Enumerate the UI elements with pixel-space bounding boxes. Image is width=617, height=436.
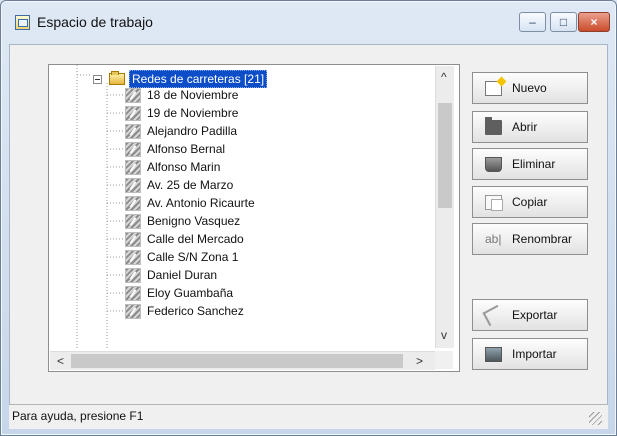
copy-icon	[485, 194, 503, 211]
workspace-window: Espacio de trabajo – □ × Redes de carret…	[0, 0, 617, 436]
new-document-icon	[485, 80, 502, 96]
copy-button-label: Copiar	[512, 195, 548, 209]
new-button[interactable]: Nuevo	[472, 72, 588, 104]
workspace-client-area: Redes de carreteras [21] 18 de Noviembre…	[9, 44, 608, 428]
window-title: Espacio de trabajo	[37, 14, 153, 30]
road-icon	[125, 213, 141, 229]
road-icon	[125, 87, 141, 103]
tree-item-label: Calle del Mercado	[147, 232, 244, 246]
delete-button[interactable]: Eliminar	[472, 148, 588, 180]
tree-item[interactable]: Benigno Vasquez	[125, 212, 240, 230]
resize-grip-icon[interactable]	[589, 412, 602, 425]
maximize-button[interactable]: □	[550, 12, 577, 32]
tree-item-label: Av. Antonio Ricaurte	[147, 196, 255, 210]
workspace-icon	[15, 15, 30, 30]
tree-item-label: Av. 25 de Marzo	[147, 178, 234, 192]
tree-item-label: 19 de Noviembre	[147, 106, 239, 120]
minimize-icon: –	[529, 15, 536, 29]
new-button-label: Nuevo	[512, 81, 547, 95]
tree-item-label: Federico Sanchez	[147, 304, 244, 318]
tree-item[interactable]: Calle del Mercado	[125, 230, 244, 248]
tree-vertical-scrollbar[interactable]: ^ v	[435, 66, 454, 348]
collapse-icon[interactable]	[93, 74, 102, 84]
road-icon	[125, 141, 141, 157]
close-icon: ×	[590, 15, 598, 29]
export-icon	[482, 304, 505, 326]
export-button-label: Exportar	[512, 308, 558, 322]
road-icon	[125, 249, 141, 265]
import-button[interactable]: Importar	[472, 338, 588, 370]
road-icon	[125, 231, 141, 247]
tree-item-label: Eloy Guambaña	[147, 286, 234, 300]
road-icon	[125, 123, 141, 139]
tree-item[interactable]: Federico Sanchez	[125, 302, 244, 320]
status-bar: Para ayuda, presione F1	[9, 404, 608, 429]
tree-horizontal-scrollbar[interactable]: < >	[50, 351, 435, 370]
title-bar[interactable]: Espacio de trabajo – □ ×	[1, 1, 616, 43]
tree-item-label: Alfonso Marin	[147, 160, 221, 174]
tree-item[interactable]: Av. Antonio Ricaurte	[125, 194, 255, 212]
open-button[interactable]: Abrir	[472, 111, 588, 143]
tree-item[interactable]: Alejandro Padilla	[125, 122, 237, 140]
copy-button[interactable]: Copiar	[472, 186, 588, 218]
tree-item[interactable]: Daniel Duran	[125, 266, 217, 284]
tree-item[interactable]: Eloy Guambaña	[125, 284, 233, 302]
status-text: Para ayuda, presione F1	[12, 409, 144, 423]
folder-open-icon	[109, 71, 125, 85]
scroll-up-icon[interactable]: ^	[441, 70, 447, 84]
open-button-label: Abrir	[512, 120, 538, 134]
scroll-left-icon[interactable]: <	[57, 354, 64, 368]
import-button-label: Importar	[512, 347, 557, 361]
scroll-right-icon[interactable]: >	[416, 354, 423, 368]
scroll-down-icon[interactable]: v	[441, 328, 447, 342]
open-folder-icon	[485, 116, 502, 135]
minimize-button[interactable]: –	[519, 12, 546, 32]
tree-item[interactable]: Alfonso Marin	[125, 158, 220, 176]
road-icon	[125, 159, 141, 175]
tree-item-label: 18 de Noviembre	[147, 88, 239, 102]
trash-icon	[485, 156, 502, 172]
road-icon	[125, 195, 141, 211]
horizontal-scroll-thumb[interactable]	[71, 354, 403, 368]
tree-item[interactable]: 19 de Noviembre	[125, 104, 238, 122]
vertical-scroll-thumb[interactable]	[438, 103, 452, 208]
tree-item[interactable]: 18 de Noviembre	[125, 86, 238, 104]
road-icon	[125, 285, 141, 301]
road-icon	[125, 105, 141, 121]
tree-item-label: Benigno Vasquez	[147, 214, 241, 228]
rename-icon: ab|	[485, 231, 502, 246]
road-icon	[125, 303, 141, 319]
road-icon	[125, 177, 141, 193]
scrollbar-corner	[435, 351, 453, 369]
road-network-tree[interactable]: Redes de carreteras [21] 18 de Noviembre…	[48, 64, 460, 372]
import-icon	[485, 346, 502, 362]
rename-button-label: Renombrar	[512, 232, 573, 246]
tree-item-label: Alfonso Bernal	[147, 142, 226, 156]
tree-item[interactable]: Av. 25 de Marzo	[125, 176, 233, 194]
road-icon	[125, 267, 141, 283]
tree-item[interactable]: Calle S/N Zona 1	[125, 248, 238, 266]
rename-button[interactable]: ab| Renombrar	[472, 223, 588, 255]
tree-lines	[76, 65, 125, 349]
export-button[interactable]: Exportar	[472, 299, 588, 331]
delete-button-label: Eliminar	[512, 157, 556, 171]
close-button[interactable]: ×	[578, 12, 610, 32]
tree-item-label: Daniel Duran	[147, 268, 218, 282]
tree-item-label: Alejandro Padilla	[147, 124, 238, 138]
tree-item[interactable]: Alfonso Bernal	[125, 140, 225, 158]
maximize-icon: □	[559, 15, 568, 29]
tree-item-label: Calle S/N Zona 1	[147, 250, 239, 264]
